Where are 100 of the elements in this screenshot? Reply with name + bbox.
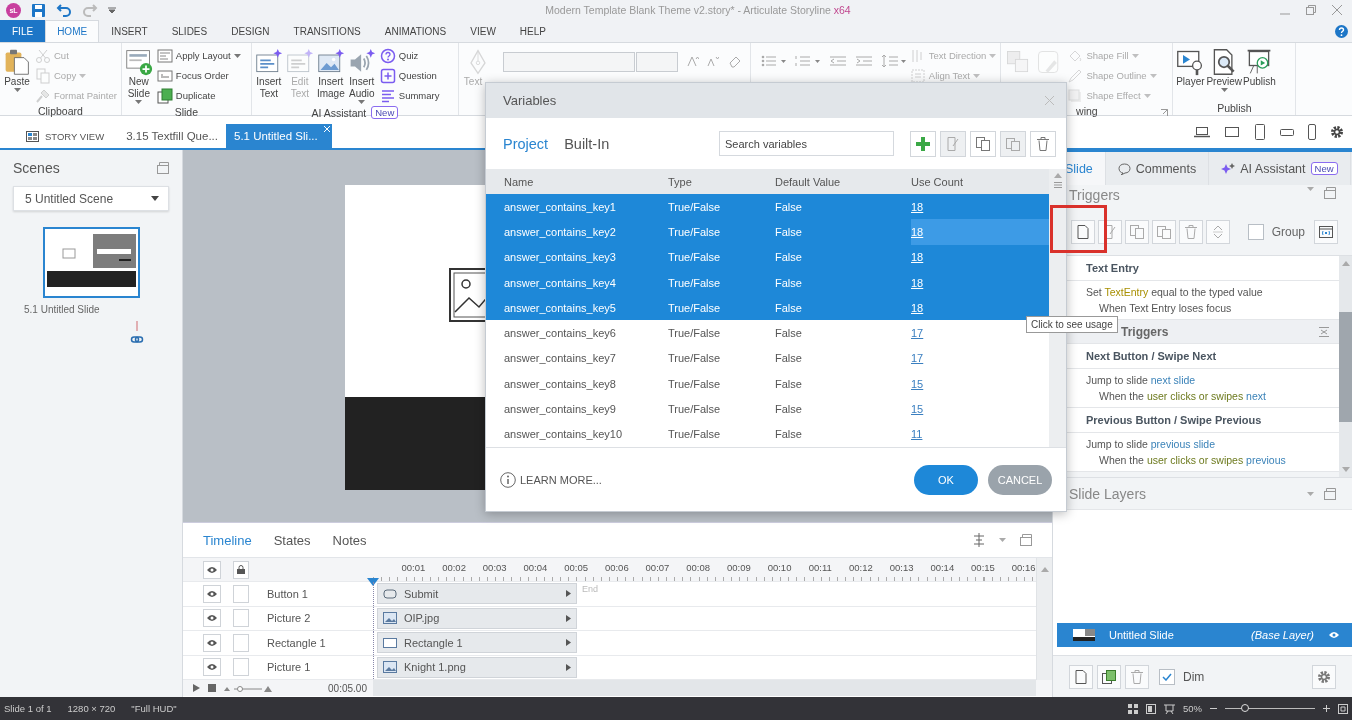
use-count-link[interactable]: 15 xyxy=(911,403,924,415)
panel-tab[interactable]: Comments xyxy=(1105,152,1210,185)
trigger-action[interactable]: Set TextEntry equal to the typed value xyxy=(1086,286,1339,298)
layer-row[interactable]: Untitled Slide (Base Layer) xyxy=(1057,623,1352,647)
collapse-icon[interactable] xyxy=(1319,326,1329,337)
menu-tab[interactable]: INSERT xyxy=(99,20,160,42)
ribbon-button[interactable]: Publish xyxy=(1242,46,1276,90)
tablet-icon[interactable] xyxy=(1254,124,1266,140)
scroll-up-icon[interactable] xyxy=(1040,566,1049,572)
indent-icon[interactable] xyxy=(854,54,873,68)
menu-tab[interactable]: HOME xyxy=(45,20,100,42)
layer-settings-button[interactable] xyxy=(1312,664,1336,689)
line-spacing-icon[interactable] xyxy=(880,54,907,68)
zoom-in-icon[interactable] xyxy=(1323,705,1330,712)
scrollbar[interactable] xyxy=(373,680,1036,696)
monitor-icon[interactable] xyxy=(1224,126,1240,138)
use-count-link[interactable]: 18 xyxy=(911,301,924,314)
delete-button[interactable] xyxy=(1179,220,1203,244)
redo-icon[interactable] xyxy=(82,3,98,17)
numbered-list-icon[interactable] xyxy=(794,54,821,68)
ribbon-button[interactable]: New Slide xyxy=(123,46,154,106)
menu-tab[interactable]: VIEW xyxy=(458,20,508,42)
variable-row[interactable]: answer_contains_key3 True/False False 18 xyxy=(486,244,1049,270)
restore-icon[interactable] xyxy=(1324,487,1336,500)
scroll-up-icon[interactable] xyxy=(1053,172,1062,178)
variable-row[interactable]: answer_contains_key2 True/False False 18 xyxy=(486,219,1049,245)
timeline-bar[interactable]: Rectangle 1 xyxy=(377,632,577,654)
ribbon-button[interactable]: Paste xyxy=(2,46,32,94)
search-field[interactable]: Search variables xyxy=(719,131,894,156)
copy-variable-button[interactable] xyxy=(970,130,996,157)
lock-toggle[interactable] xyxy=(233,584,249,603)
column-header[interactable]: Type xyxy=(668,169,775,194)
fit-icon[interactable] xyxy=(1338,703,1348,714)
use-count-link[interactable]: 18 xyxy=(911,200,924,213)
caret-icon[interactable] xyxy=(999,538,1006,542)
timeline-bar[interactable]: OIP.jpg xyxy=(377,607,577,629)
add-variable-button[interactable] xyxy=(910,130,936,157)
use-count-link[interactable]: 11 xyxy=(911,428,923,441)
eye-icon[interactable] xyxy=(1328,631,1340,639)
tablet-landscape-icon[interactable] xyxy=(1280,127,1294,137)
use-count-link[interactable]: 17 xyxy=(911,352,924,365)
column-header[interactable]: Use Count xyxy=(911,169,1049,194)
use-count-link[interactable]: 18 xyxy=(911,276,924,289)
document-tab[interactable]: 5.1 Untitled Sli... xyxy=(226,124,332,148)
timeline-tab[interactable]: Notes xyxy=(332,532,367,548)
menu-tab[interactable]: ANIMATIONS xyxy=(372,20,459,42)
align-center-icon[interactable] xyxy=(973,533,985,547)
laptop-icon[interactable] xyxy=(1194,126,1210,138)
dim-checkbox[interactable] xyxy=(1159,668,1175,685)
zoom-slider-icon[interactable] xyxy=(224,684,272,692)
dialog-tab[interactable]: Project xyxy=(503,135,549,152)
use-count-link[interactable]: 15 xyxy=(911,377,924,390)
document-tab[interactable]: STORY VIEW xyxy=(18,124,113,148)
lock-toggle[interactable] xyxy=(233,609,249,628)
ribbon-button[interactable]: Insert Image xyxy=(315,46,346,102)
variable-row[interactable]: answer_contains_key4 True/False False 18 xyxy=(486,269,1049,296)
visibility-toggle[interactable] xyxy=(203,658,221,677)
timeline-tab[interactable]: States xyxy=(273,532,311,548)
bullet-list-icon[interactable] xyxy=(760,54,787,68)
group-checkbox[interactable] xyxy=(1247,224,1264,240)
restore-icon[interactable] xyxy=(1306,5,1316,15)
restore-icon[interactable] xyxy=(157,162,169,174)
lock-toggle[interactable] xyxy=(233,658,249,677)
ribbon-button[interactable]: Summary xyxy=(377,86,442,105)
ribbon-button[interactable]: Preview xyxy=(1206,46,1242,94)
variable-row[interactable]: answer_contains_key8 True/False False 15 xyxy=(486,371,1049,397)
variable-row[interactable]: answer_contains_key10 True/False False 11 xyxy=(486,421,1049,447)
scrollbar-thumb[interactable] xyxy=(1339,311,1352,422)
show-all-button[interactable] xyxy=(203,560,221,579)
lock-toggle[interactable] xyxy=(233,633,249,652)
undo-icon[interactable] xyxy=(56,3,72,17)
caret-icon[interactable] xyxy=(1307,491,1314,496)
ribbon-button[interactable]: Duplicate xyxy=(154,86,243,105)
settings-icon[interactable] xyxy=(1330,125,1344,139)
column-header[interactable]: Default Value xyxy=(775,169,911,194)
menu-tab[interactable]: TRANSITIONS xyxy=(281,20,373,42)
launcher-icon[interactable] xyxy=(1161,109,1169,116)
timeline-bar[interactable]: Submit xyxy=(377,583,577,605)
paste-variable-button[interactable] xyxy=(1000,130,1026,157)
playhead-icon[interactable] xyxy=(367,578,379,586)
scrollbar[interactable] xyxy=(1339,256,1352,477)
help-icon[interactable] xyxy=(1335,24,1348,38)
menu-tab[interactable]: SLIDES xyxy=(159,20,220,42)
preview-icon[interactable] xyxy=(1164,703,1175,714)
caret-icon[interactable] xyxy=(1307,187,1314,191)
variables-button[interactable] xyxy=(1314,220,1338,244)
grid-view-icon[interactable] xyxy=(1128,703,1138,714)
ribbon-button[interactable]: Insert Audio xyxy=(346,46,377,106)
variable-row[interactable]: answer_contains_key5 True/False False 18 xyxy=(486,295,1049,321)
ribbon-button[interactable]: Focus Order xyxy=(154,66,243,85)
customize-caret-icon[interactable] xyxy=(108,7,116,13)
menu-tab[interactable]: DESIGN xyxy=(219,20,282,42)
ribbon-button[interactable]: Apply Layout xyxy=(154,46,243,65)
use-count-link[interactable]: 17 xyxy=(911,327,924,340)
phone-icon[interactable] xyxy=(1308,124,1316,140)
lock-all-button[interactable] xyxy=(233,560,249,579)
zoom-out-icon[interactable] xyxy=(1210,705,1217,712)
visibility-toggle[interactable] xyxy=(203,584,221,603)
paste-button[interactable] xyxy=(1152,220,1176,244)
panel-tab[interactable]: AI Assistant New xyxy=(1209,152,1351,185)
